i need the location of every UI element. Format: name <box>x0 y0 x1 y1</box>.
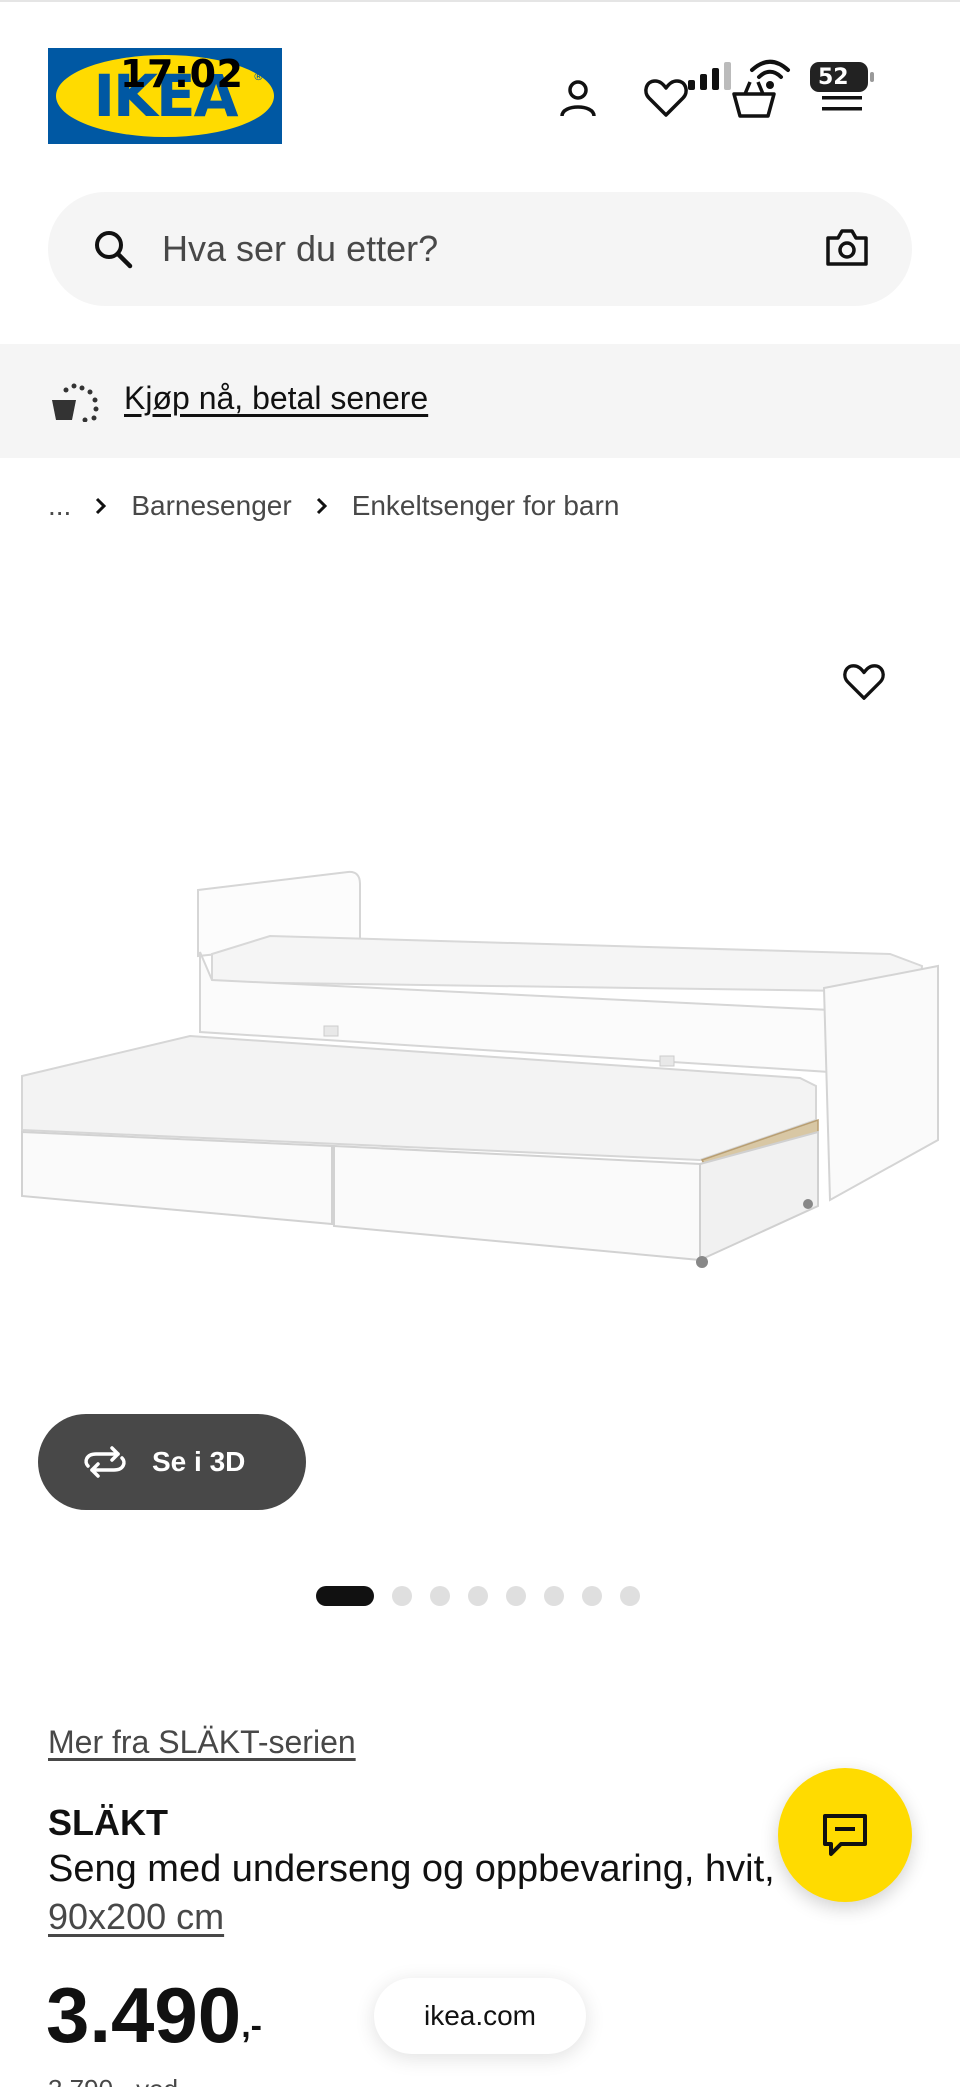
view-in-3d-button[interactable]: Se i 3D <box>38 1414 306 1510</box>
search-input[interactable]: Hva ser du etter? <box>162 228 438 270</box>
product-size-link[interactable]: 90x200 cm <box>48 1896 224 1938</box>
product-price: 3.490 ,- <box>46 1976 262 2054</box>
chat-icon <box>823 1814 867 1856</box>
chevron-right-icon <box>316 497 328 515</box>
basket-icon[interactable] <box>724 68 784 128</box>
gallery-dot[interactable] <box>620 1586 640 1606</box>
gallery-dot[interactable] <box>392 1586 412 1606</box>
product-description: Seng med underseng og oppbevaring, hvit, <box>48 1848 775 1890</box>
series-link[interactable]: Mer fra SLÄKT-serien <box>48 1724 356 1761</box>
account-icon[interactable] <box>548 68 608 128</box>
gallery-dot[interactable] <box>430 1586 450 1606</box>
site-header: IKEA ® <box>0 0 960 170</box>
previous-price: 3.790,- ved ... <box>48 2074 207 2087</box>
header-actions <box>548 68 900 128</box>
heart-icon[interactable] <box>636 68 696 128</box>
price-suffix: ,- <box>241 2007 262 2045</box>
promo-banner: Kjøp nå, betal senere <box>0 344 960 458</box>
search-icon <box>95 231 133 269</box>
browser-url-pill[interactable]: ikea.com <box>374 1978 586 2054</box>
browser-url: ikea.com <box>423 2000 537 2031</box>
product-image-bed[interactable] <box>0 600 960 1480</box>
chevron-right-icon <box>95 497 107 515</box>
pay-later-icon <box>52 383 99 422</box>
breadcrumb-item-enkeltsenger[interactable]: Enkeltsenger for barn <box>352 490 620 522</box>
gallery-dot[interactable] <box>506 1586 526 1606</box>
gallery-dot[interactable] <box>544 1586 564 1606</box>
logo-registered-mark: ® <box>253 70 264 83</box>
gallery-dot[interactable] <box>468 1586 488 1606</box>
rotate-3d-icon <box>84 1446 126 1478</box>
chat-button[interactable] <box>778 1768 912 1902</box>
gallery-pagination <box>316 1586 658 1606</box>
pay-later-link[interactable]: Kjøp nå, betal senere <box>124 380 428 417</box>
product-name: SLÄKT <box>48 1802 168 1843</box>
product-wishlist-button[interactable] <box>836 654 892 710</box>
heart-icon <box>843 664 885 700</box>
view-in-3d-label: Se i 3D <box>152 1446 246 1477</box>
camera-icon[interactable] <box>824 226 870 268</box>
breadcrumb-ellipsis[interactable]: ... <box>48 490 71 522</box>
search-bar[interactable]: Hva ser du etter? <box>48 192 912 306</box>
breadcrumb: ... Barnesenger Enkeltsenger for barn <box>48 490 619 522</box>
price-amount: 3.490 <box>46 1971 242 2059</box>
logo-text: IKEA <box>93 62 238 130</box>
logo-ellipse: IKEA <box>56 55 274 137</box>
breadcrumb-item-barnesenger[interactable]: Barnesenger <box>131 490 291 522</box>
gallery-dot[interactable] <box>582 1586 602 1606</box>
gallery-dot[interactable] <box>316 1586 374 1606</box>
menu-icon[interactable] <box>812 68 872 128</box>
ikea-logo[interactable]: IKEA ® <box>48 48 282 144</box>
